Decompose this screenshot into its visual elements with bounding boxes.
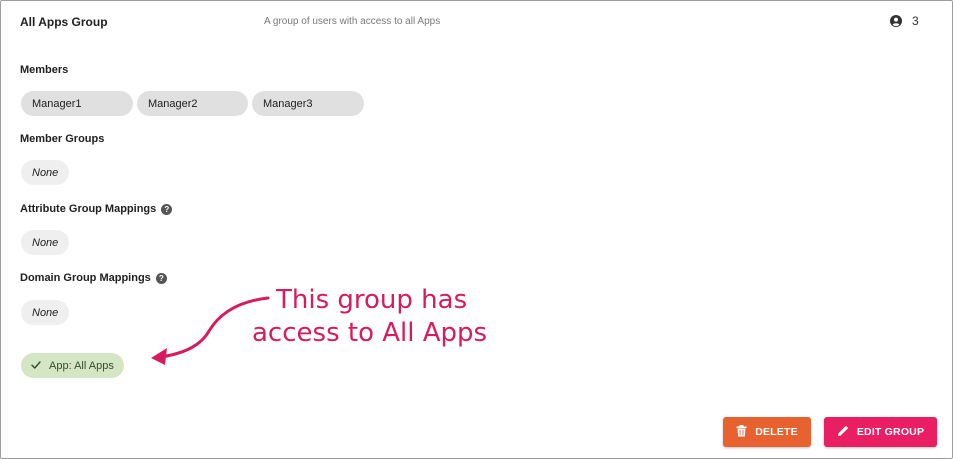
attribute-mappings-label: Attribute Group Mappings ? bbox=[20, 203, 173, 215]
attribute-mappings-none-chip: None bbox=[21, 230, 70, 255]
member-groups-list: None bbox=[21, 160, 70, 185]
annotation-line-2: access to All Apps bbox=[252, 318, 488, 348]
pencil-icon bbox=[837, 425, 849, 440]
edit-group-label: EDIT GROUP bbox=[856, 426, 925, 438]
attribute-mappings-list: None bbox=[21, 230, 70, 255]
group-title: All Apps Group bbox=[20, 15, 108, 29]
members-label: Members bbox=[20, 64, 68, 76]
user-icon bbox=[890, 15, 902, 27]
domain-mappings-label-text: Domain Group Mappings bbox=[20, 272, 151, 284]
member-groups-label-text: Member Groups bbox=[20, 133, 105, 145]
member-count-value: 3 bbox=[912, 14, 919, 28]
trash-icon bbox=[736, 424, 747, 440]
help-icon[interactable]: ? bbox=[161, 203, 173, 215]
delete-label: DELETE bbox=[755, 426, 798, 438]
group-card: All Apps Group A group of users with acc… bbox=[0, 0, 953, 459]
member-count: 3 bbox=[890, 14, 919, 28]
app-access-chip[interactable]: App: All Apps bbox=[21, 353, 124, 378]
attribute-mappings-label-text: Attribute Group Mappings bbox=[20, 203, 157, 215]
domain-mappings-list: None bbox=[21, 300, 70, 325]
member-groups-none-chip: None bbox=[21, 160, 70, 185]
app-access-list: App: All Apps bbox=[21, 353, 124, 378]
member-chip[interactable]: Manager1 bbox=[21, 91, 133, 116]
member-chip[interactable]: Manager2 bbox=[137, 91, 248, 116]
domain-mappings-none-chip: None bbox=[21, 300, 70, 325]
app-access-label: App: All Apps bbox=[49, 359, 114, 372]
member-groups-label: Member Groups bbox=[20, 133, 104, 145]
member-chip[interactable]: Manager3 bbox=[252, 91, 364, 116]
domain-mappings-label: Domain Group Mappings ? bbox=[20, 272, 167, 284]
members-list: Manager1 Manager2 Manager3 bbox=[21, 91, 364, 116]
help-icon[interactable]: ? bbox=[155, 272, 167, 284]
check-icon bbox=[31, 360, 41, 372]
delete-button[interactable]: DELETE bbox=[723, 417, 811, 447]
annotation-callout: This group has access to All Apps bbox=[252, 284, 487, 350]
edit-group-button[interactable]: EDIT GROUP bbox=[824, 417, 937, 447]
group-description: A group of users with access to all Apps bbox=[264, 16, 441, 27]
annotation-line-1: This group has bbox=[276, 285, 468, 315]
members-label-text: Members bbox=[20, 64, 69, 76]
